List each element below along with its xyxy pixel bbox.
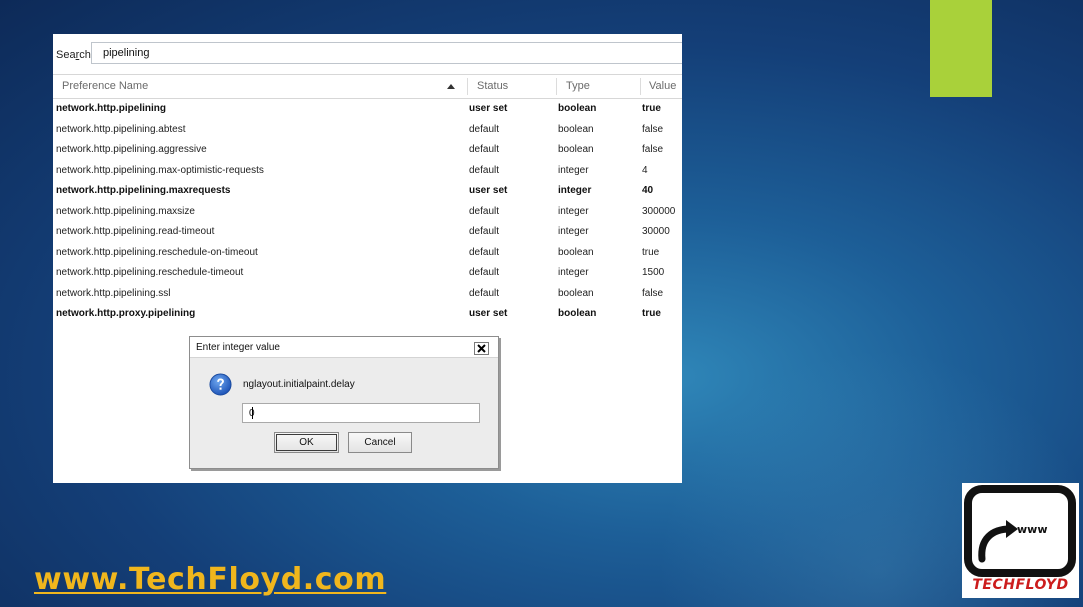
cell-value: false <box>642 123 664 135</box>
text-cursor <box>252 407 253 419</box>
cell-type: boolean <box>558 287 594 299</box>
close-button[interactable] <box>474 342 489 355</box>
cell-preference-name: network.http.pipelining.ssl <box>56 287 171 299</box>
cell-preference-name: network.http.pipelining.max-optimistic-r… <box>56 164 264 176</box>
cancel-button[interactable]: Cancel <box>348 432 412 453</box>
accent-block <box>930 0 992 97</box>
cell-status: default <box>469 287 500 299</box>
column-header-status[interactable]: Status <box>477 75 508 98</box>
cell-status: user set <box>469 103 508 114</box>
search-label: Search: <box>56 49 94 61</box>
table-row[interactable]: network.http.pipelining.reschedule-on-ti… <box>53 243 682 264</box>
cell-value: 30000 <box>642 226 670 237</box>
table-row[interactable]: network.http.pipelining.aggressive defaul… <box>53 140 682 161</box>
techfloyd-logo: www TECHFLOYD <box>962 483 1079 598</box>
column-divider[interactable] <box>640 78 641 95</box>
cell-value: true <box>642 103 661 114</box>
table-row[interactable]: network.http.proxy.pipelining user set boo… <box>53 304 682 325</box>
cell-value: true <box>642 246 660 258</box>
cell-status: default <box>469 205 500 217</box>
column-divider[interactable] <box>556 78 557 95</box>
sort-ascending-icon <box>447 84 455 89</box>
dialog-title: Enter integer value <box>196 342 280 353</box>
cell-type: integer <box>558 267 589 278</box>
cell-type: boolean <box>558 123 594 135</box>
enter-integer-dialog: Enter integer value nglayout.initialpain… <box>189 336 499 469</box>
cell-value: false <box>642 144 664 155</box>
table-row[interactable]: network.http.pipelining user set boolean tr… <box>53 99 682 120</box>
close-icon <box>477 344 486 353</box>
search-input[interactable] <box>91 42 682 64</box>
cell-status: default <box>469 246 500 258</box>
cell-type: boolean <box>558 103 597 114</box>
cell-status: user set <box>469 308 508 319</box>
dialog-title-bar: Enter integer value <box>190 337 498 358</box>
column-header-preference-name[interactable]: Preference Name <box>62 75 148 98</box>
site-url[interactable]: www.TechFloyd.com <box>34 562 386 597</box>
table-row[interactable]: network.http.pipelining.maxrequests user … <box>53 181 682 202</box>
cell-preference-name: network.http.pipelining.abtest <box>56 123 186 135</box>
cell-value: 300000 <box>642 205 676 217</box>
table-row[interactable]: network.http.pipelining.maxsize default in… <box>53 202 682 223</box>
column-header-value[interactable]: Value <box>649 75 676 98</box>
ok-button[interactable]: OK <box>274 432 339 453</box>
cell-preference-name: network.http.pipelining.reschedule-on-ti… <box>56 246 258 258</box>
dialog-message: nglayout.initialpaint.delay <box>243 379 355 390</box>
cell-preference-name: network.http.pipelining.reschedule-timeo… <box>56 267 244 278</box>
table-row[interactable]: network.http.pipelining.max-optimistic-r… <box>53 161 682 182</box>
cell-preference-name: network.http.proxy.pipelining <box>56 308 196 319</box>
cell-value: 4 <box>642 164 648 176</box>
cell-type: integer <box>558 185 592 196</box>
question-icon <box>209 373 232 396</box>
cell-preference-name: network.http.pipelining.maxrequests <box>56 185 231 196</box>
cell-status: default <box>469 164 500 176</box>
cell-type: integer <box>558 164 589 176</box>
logo-name: TECHFLOYD <box>972 577 1069 593</box>
cell-preference-name: network.http.pipelining.read-timeout <box>56 226 215 237</box>
cell-preference-name: network.http.pipelining.maxsize <box>56 205 195 217</box>
cell-type: boolean <box>558 246 594 258</box>
integer-value-input[interactable] <box>242 403 480 423</box>
cell-status: default <box>469 144 500 155</box>
table-row[interactable]: network.http.pipelining.reschedule-timeo… <box>53 263 682 284</box>
cell-value: 1500 <box>642 267 665 278</box>
cell-status: default <box>469 123 500 135</box>
cell-type: integer <box>558 226 589 237</box>
table-header: Preference Name Status Type Value <box>53 74 682 99</box>
column-divider[interactable] <box>467 78 468 95</box>
table-row[interactable]: network.http.pipelining.read-timeout defa… <box>53 222 682 243</box>
preferences-list: network.http.pipelining user set boolean tr… <box>53 99 682 325</box>
cell-preference-name: network.http.pipelining <box>56 103 166 114</box>
table-row[interactable]: network.http.pipelining.abtest default boo… <box>53 120 682 141</box>
cell-type: boolean <box>558 308 597 319</box>
cell-preference-name: network.http.pipelining.aggressive <box>56 144 207 155</box>
cell-type: boolean <box>558 144 594 155</box>
cell-status: default <box>469 267 500 278</box>
cell-value: 40 <box>642 185 654 196</box>
column-header-type[interactable]: Type <box>566 75 590 98</box>
cell-status: user set <box>469 185 508 196</box>
search-bar: Search: <box>53 34 682 74</box>
cell-value: true <box>642 308 661 319</box>
cell-value: false <box>642 287 664 299</box>
table-row[interactable]: network.http.pipelining.ssl default boolea… <box>53 284 682 305</box>
logo-www-text: www <box>1017 523 1048 536</box>
cell-status: default <box>469 226 500 237</box>
cell-type: integer <box>558 205 589 217</box>
